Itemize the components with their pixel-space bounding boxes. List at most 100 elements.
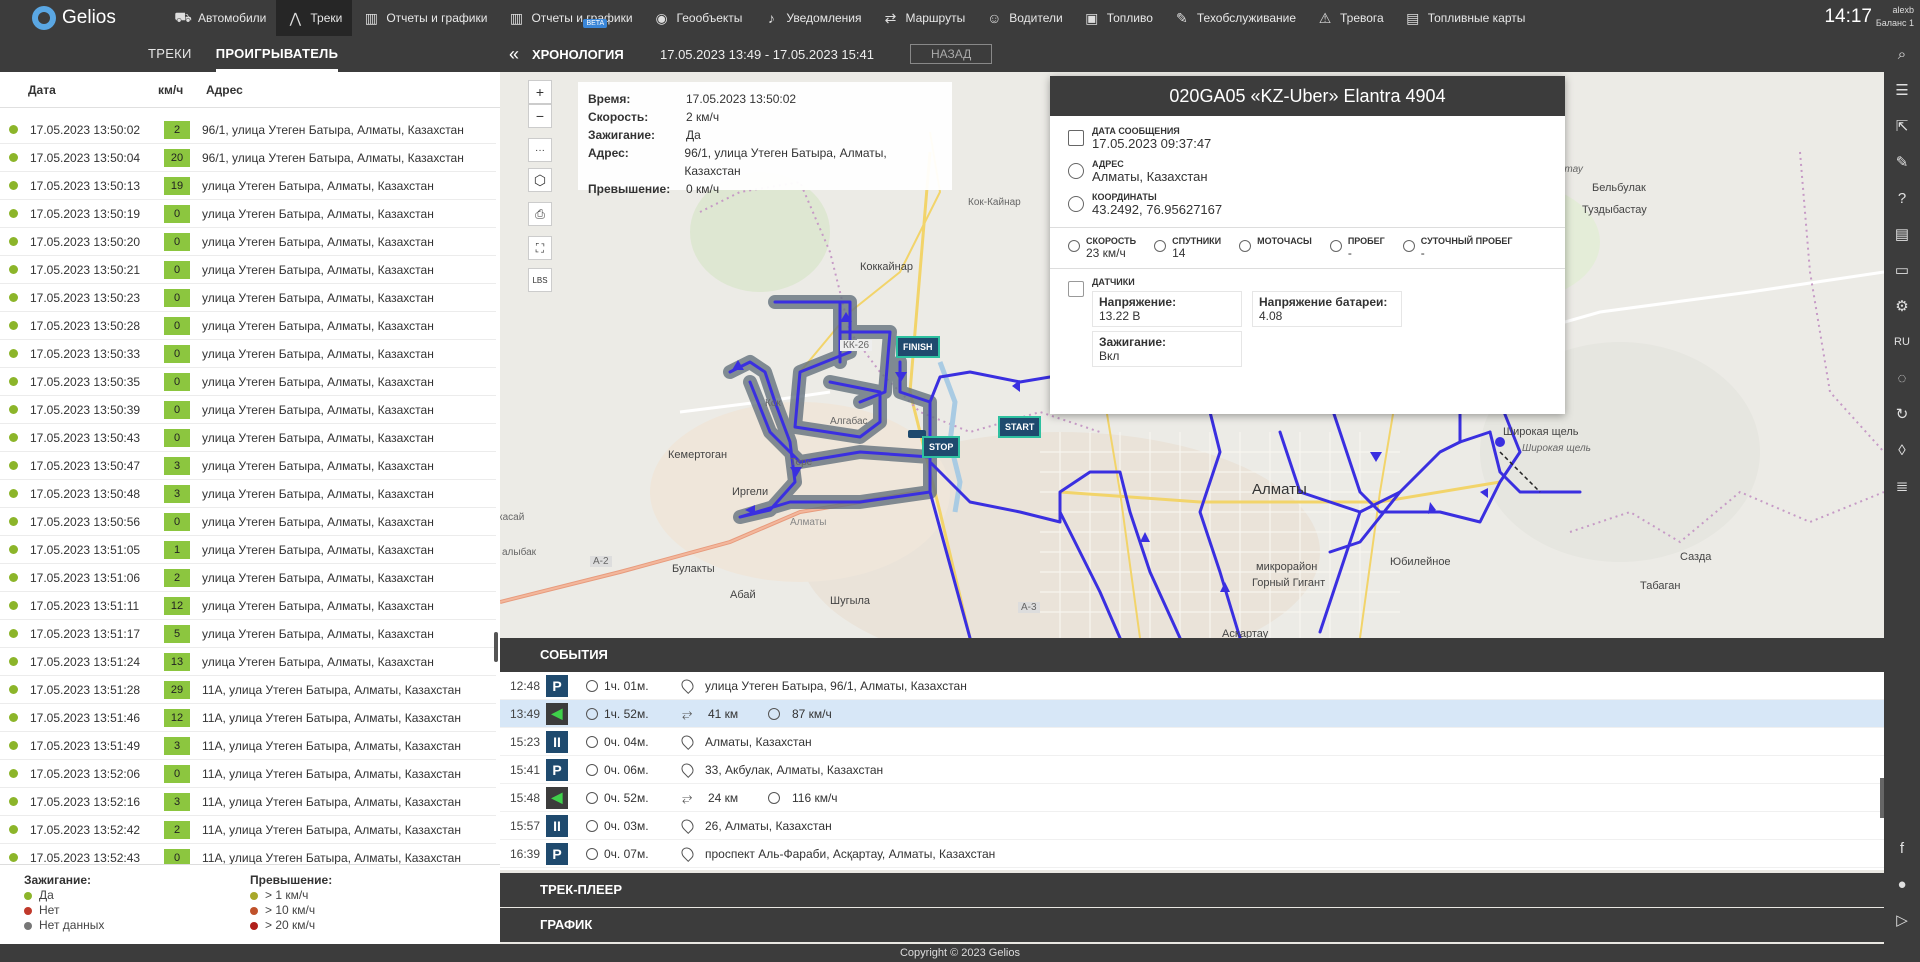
row-date: 17.05.2023 13:52:43 — [30, 850, 141, 865]
nav-item-5[interactable]: ♪ Уведомления — [752, 0, 871, 36]
table-row[interactable]: 17.05.2023 13:50:35 0 улица Утеген Батыр… — [0, 368, 496, 396]
settings-icon[interactable]: ⚙ — [1884, 288, 1920, 324]
nav-item-3[interactable]: ▥ Отчеты и графики BETA — [497, 0, 642, 36]
table-row[interactable]: 17.05.2023 13:50:33 0 улица Утеген Батыр… — [0, 340, 496, 368]
table-row[interactable]: 17.05.2023 13:52:06 0 11А, улица Утеген … — [0, 760, 496, 788]
table-row[interactable]: 17.05.2023 13:51:06 2 улица Утеген Батыр… — [0, 564, 496, 592]
facebook-icon[interactable]: f — [1884, 830, 1920, 866]
table-row[interactable]: 17.05.2023 13:51:05 1 улица Утеген Батыр… — [0, 536, 496, 564]
table-row[interactable]: 17.05.2023 13:50:56 0 улица Утеген Батыр… — [0, 508, 496, 536]
list-scrollbar[interactable] — [494, 632, 498, 662]
nav-item-9[interactable]: ✎ Техобслуживание — [1163, 0, 1306, 36]
back-button[interactable]: НАЗАД — [910, 44, 993, 64]
table-row[interactable]: 17.05.2023 13:51:49 3 11А, улица Утеген … — [0, 732, 496, 760]
event-row[interactable]: 12:48 P 1ч. 01м. улица Утеген Батыра, 96… — [500, 672, 1884, 700]
user-info[interactable]: alexb Баланс 1 — [1876, 4, 1914, 30]
event-row[interactable]: 16:39 P 0ч. 07м. проспект Аль-Фараби, Ас… — [500, 840, 1884, 868]
col-date[interactable]: Дата — [28, 83, 158, 97]
fullscreen-icon[interactable]: ⛶ — [528, 236, 552, 260]
export-icon[interactable]: ⇱ — [1884, 108, 1920, 144]
measure-ruler-icon[interactable]: ··· — [528, 138, 552, 162]
col-speed[interactable]: км/ч — [158, 83, 206, 97]
map[interactable]: + − ··· ⬡ ⎙ ⛶ LBS Время: 17.05.2023 13:50… — [500, 72, 1884, 638]
logo[interactable]: Gelios — [0, 0, 164, 36]
table-row[interactable]: 17.05.2023 13:51:11 12 улица Утеген Баты… — [0, 592, 496, 620]
nav-item-10[interactable]: ⚠ Тревога — [1306, 0, 1394, 36]
list2-icon[interactable]: ≣ — [1884, 468, 1920, 504]
stat-value: 14 — [1172, 246, 1186, 260]
message-list[interactable]: 17.05.2023 13:50:02 2 96/1, улица Утеген… — [0, 108, 496, 864]
finish-marker[interactable]: FINISH — [896, 336, 940, 358]
zoom-out-button[interactable]: − — [528, 104, 552, 128]
print-icon[interactable]: ⎙ — [528, 202, 552, 226]
help-icon[interactable]: ? — [1884, 180, 1920, 216]
table-row[interactable]: 17.05.2023 13:50:23 0 улица Утеген Батыр… — [0, 284, 496, 312]
event-row[interactable]: 13:49 ◀ 1ч. 52м. ⥂ 41 км 87 км/ч — [500, 700, 1884, 728]
table-row[interactable]: 17.05.2023 13:52:42 2 11А, улица Утеген … — [0, 816, 496, 844]
search-icon[interactable]: ⌕ — [1884, 36, 1920, 72]
nav-item-11[interactable]: ▤ Топливные карты — [1394, 0, 1536, 36]
table-row[interactable]: 17.05.2023 13:51:17 5 улица Утеген Батыр… — [0, 620, 496, 648]
event-row[interactable]: 15:41 P 0ч. 06м. 33, Акбулак, Алматы, Ка… — [500, 756, 1884, 784]
event-row[interactable]: 15:48 ◀ 0ч. 52м. ⥂ 24 км 116 км/ч — [500, 784, 1884, 812]
place-shugyla: Шугыла — [830, 595, 871, 607]
event-max-speed: 116 км/ч — [792, 790, 838, 805]
table-row[interactable]: 17.05.2023 13:50:21 0 улица Утеген Батыр… — [0, 256, 496, 284]
layers-icon[interactable]: LBS — [528, 268, 552, 292]
events-header[interactable]: СОБЫТИЯ — [500, 638, 1884, 672]
col-address[interactable]: Адрес — [206, 83, 243, 97]
chat-icon[interactable]: ▭ — [1884, 252, 1920, 288]
event-row[interactable]: 15:23 II 0ч. 04м. Алматы, Казахстан — [500, 728, 1884, 756]
track-player-header[interactable]: ТРЕК-ПЛЕЕР — [500, 873, 1884, 907]
graph-header[interactable]: ГРАФИК — [500, 908, 1884, 942]
table-row[interactable]: 17.05.2023 13:50:04 20 96/1, улица Утеге… — [0, 144, 496, 172]
polygon-icon[interactable]: ⬡ — [528, 168, 552, 192]
sensor-battery: Напряжение батареи: 4.08 — [1252, 291, 1402, 327]
language-switch[interactable]: RU — [1884, 324, 1920, 360]
stop-marker[interactable]: STOP — [922, 436, 961, 458]
play-store-icon[interactable]: ▷ — [1884, 902, 1920, 938]
table-row[interactable]: 17.05.2023 13:51:46 12 11А, улица Утеген… — [0, 704, 496, 732]
event-address: Алматы, Казахстан — [705, 734, 812, 749]
collapse-panel-icon[interactable]: « — [500, 44, 528, 65]
list-icon[interactable]: ☰ — [1884, 72, 1920, 108]
legend-item: Нет данных — [24, 918, 250, 933]
start-marker[interactable]: START — [998, 416, 1042, 438]
nav-item-2[interactable]: ▥ Отчеты и графики — [352, 0, 497, 36]
tab-player[interactable]: ПРОИГРЫВАТЕЛЬ — [215, 36, 339, 72]
nav-item-0[interactable]: ⛟ Автомобили — [164, 0, 276, 36]
table-row[interactable]: 17.05.2023 13:50:02 2 96/1, улица Утеген… — [0, 116, 496, 144]
refresh-icon[interactable]: ↻ — [1884, 396, 1920, 432]
table-row[interactable]: 17.05.2023 13:52:43 0 11А, улица Утеген … — [0, 844, 496, 864]
zoom-in-button[interactable]: + — [528, 80, 552, 104]
nav-item-1[interactable]: ⋀ Треки — [276, 0, 353, 36]
table-row[interactable]: 17.05.2023 13:50:43 0 улица Утеген Батыр… — [0, 424, 496, 452]
row-address: 96/1, улица Утеген Батыра, Алматы, Казах… — [202, 150, 464, 165]
table-row[interactable]: 17.05.2023 13:50:20 0 улица Утеген Батыр… — [0, 228, 496, 256]
ignition-dot — [9, 461, 18, 470]
apple-icon[interactable]: ● — [1884, 866, 1920, 902]
table-row[interactable]: 17.05.2023 13:50:47 3 улица Утеген Батыр… — [0, 452, 496, 480]
table-row[interactable]: 17.05.2023 13:50:28 0 улица Утеген Батыр… — [0, 312, 496, 340]
table-row[interactable]: 17.05.2023 13:50:13 19 улица Утеген Баты… — [0, 172, 496, 200]
place-shirokaya-2: Широкая щель — [1522, 443, 1591, 454]
nav-item-8[interactable]: ▣ Топливо — [1073, 0, 1163, 36]
clock-icon — [586, 763, 598, 776]
table-row[interactable]: 17.05.2023 13:51:28 29 11А, улица Утеген… — [0, 676, 496, 704]
table-row[interactable]: 17.05.2023 13:50:48 3 улица Утеген Батыр… — [0, 480, 496, 508]
row-speed: 0 — [164, 232, 190, 251]
doc-icon[interactable]: ▤ — [1884, 216, 1920, 252]
nav-item-7[interactable]: ☺ Водители — [975, 0, 1072, 36]
table-row[interactable]: 17.05.2023 13:51:24 13 улица Утеген Баты… — [0, 648, 496, 676]
tab-tracks[interactable]: ТРЕКИ — [148, 36, 192, 72]
table-row[interactable]: 17.05.2023 13:50:39 0 улица Утеген Батыр… — [0, 396, 496, 424]
table-row[interactable]: 17.05.2023 13:50:19 0 улица Утеген Батыр… — [0, 200, 496, 228]
bulb-icon[interactable]: ◌ — [1884, 360, 1920, 396]
drop-icon[interactable]: ◊ — [1884, 432, 1920, 468]
events-list[interactable]: 12:48 P 1ч. 01м. улица Утеген Батыра, 96… — [500, 672, 1884, 870]
pencil-icon[interactable]: ✎ — [1884, 144, 1920, 180]
nav-item-4[interactable]: ◉ Геообъекты — [643, 0, 753, 36]
event-row[interactable]: 15:57 II 0ч. 03м. 26, Алматы, Казахстан — [500, 812, 1884, 840]
table-row[interactable]: 17.05.2023 13:52:16 3 11А, улица Утеген … — [0, 788, 496, 816]
nav-item-6[interactable]: ⇄ Маршруты — [871, 0, 975, 36]
